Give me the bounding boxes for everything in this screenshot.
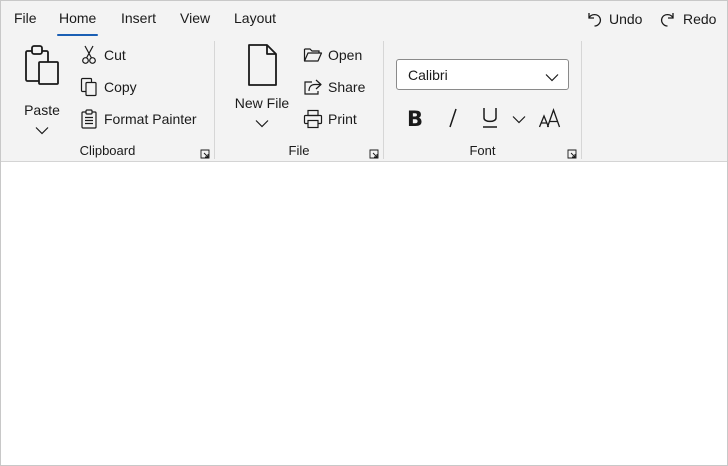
open-icon bbox=[303, 45, 323, 65]
new-file-label: New File bbox=[234, 95, 290, 111]
font-family-value: Calibri bbox=[408, 66, 448, 83]
cut-label: Cut bbox=[104, 47, 126, 63]
paste-button[interactable]: Paste bbox=[21, 43, 63, 138]
format-painter-icon bbox=[79, 109, 99, 129]
italic-button[interactable] bbox=[439, 105, 467, 133]
redo-icon bbox=[659, 10, 677, 28]
group-separator bbox=[581, 41, 582, 159]
copy-label: Copy bbox=[104, 79, 137, 95]
bold-button[interactable]: B bbox=[401, 105, 429, 133]
underline-dropdown-button[interactable] bbox=[510, 105, 528, 133]
format-painter-label: Format Painter bbox=[104, 111, 197, 127]
file-group: New File Open Share Print File bbox=[215, 39, 383, 161]
print-label: Print bbox=[328, 111, 357, 127]
tab-file[interactable]: File bbox=[14, 10, 37, 32]
chevron-down-icon bbox=[255, 115, 269, 131]
font-size-button[interactable] bbox=[536, 105, 564, 133]
document-canvas[interactable] bbox=[1, 163, 727, 465]
redo-button[interactable]: Redo bbox=[659, 7, 716, 31]
tab-bar: File Home Insert View Layout Undo Redo bbox=[1, 1, 727, 37]
open-button[interactable]: Open bbox=[303, 42, 362, 68]
share-icon bbox=[303, 77, 323, 97]
app-window: File Home Insert View Layout Undo Redo P… bbox=[0, 0, 728, 466]
chevron-down-icon bbox=[545, 69, 559, 85]
undo-label: Undo bbox=[609, 11, 643, 27]
ribbon: File Home Insert View Layout Undo Redo P… bbox=[1, 1, 727, 162]
italic-icon bbox=[446, 107, 460, 132]
format-painter-button[interactable]: Format Painter bbox=[79, 106, 197, 132]
undo-icon bbox=[585, 10, 603, 28]
bold-icon: B bbox=[406, 107, 423, 131]
font-group: Font bbox=[384, 39, 581, 161]
font-size-icon bbox=[538, 107, 562, 132]
clipboard-dialog-launcher-icon[interactable] bbox=[200, 147, 210, 159]
print-icon bbox=[303, 109, 323, 129]
redo-label: Redo bbox=[683, 11, 717, 27]
underline-button[interactable] bbox=[477, 105, 503, 133]
copy-button[interactable]: Copy bbox=[79, 74, 137, 100]
font-family-select[interactable]: Calibri bbox=[396, 59, 569, 90]
chevron-down-icon bbox=[512, 112, 526, 127]
file-group-label: File bbox=[288, 143, 310, 158]
cut-icon bbox=[79, 45, 99, 65]
print-button[interactable]: Print bbox=[303, 106, 357, 132]
paste-label: Paste bbox=[24, 102, 60, 118]
cut-button[interactable]: Cut bbox=[79, 42, 126, 68]
tab-home[interactable]: Home bbox=[56, 10, 99, 36]
share-label: Share bbox=[328, 79, 366, 95]
tab-view[interactable]: View bbox=[180, 10, 210, 32]
open-label: Open bbox=[328, 47, 363, 63]
font-group-label: Font bbox=[469, 143, 496, 158]
paste-icon bbox=[22, 43, 62, 92]
new-file-icon bbox=[244, 43, 280, 90]
new-file-button[interactable]: New File bbox=[233, 43, 291, 131]
underline-icon bbox=[481, 106, 499, 133]
font-dialog-launcher-icon[interactable] bbox=[567, 147, 577, 159]
chevron-down-icon bbox=[35, 122, 49, 138]
tab-layout[interactable]: Layout bbox=[234, 10, 276, 32]
undo-button[interactable]: Undo bbox=[585, 7, 642, 31]
copy-icon bbox=[79, 77, 99, 97]
tab-insert[interactable]: Insert bbox=[121, 10, 156, 32]
clipboard-group: Paste Cut Copy Format Painter Clipboard bbox=[1, 39, 214, 161]
share-button[interactable]: Share bbox=[303, 74, 365, 100]
clipboard-group-label: Clipboard bbox=[79, 143, 136, 158]
file-dialog-launcher-icon[interactable] bbox=[369, 147, 379, 159]
